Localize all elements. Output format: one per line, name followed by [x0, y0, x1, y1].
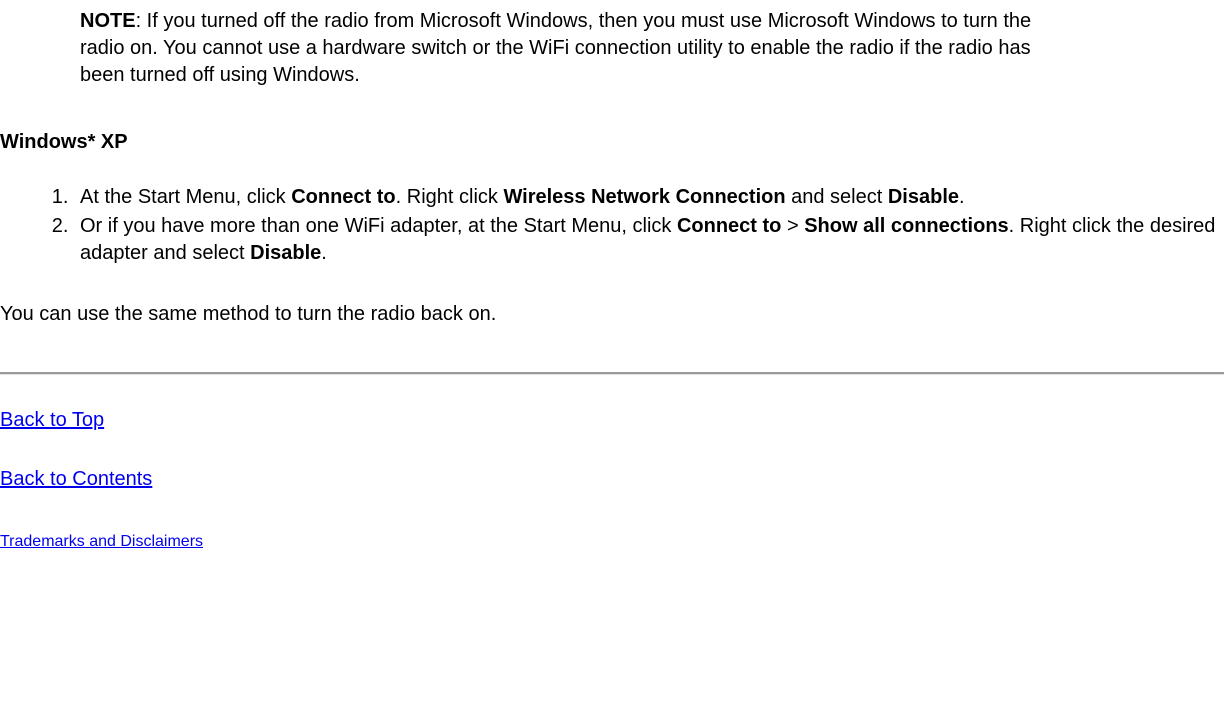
- step-2-text-2: >: [781, 215, 804, 237]
- step-1-bold-3: Disable: [888, 186, 959, 208]
- back-to-contents-link[interactable]: Back to Contents: [0, 466, 152, 493]
- step-2-text: Or if you have more than one WiFi adapte…: [80, 215, 677, 237]
- step-1-bold-1: Connect to: [291, 186, 395, 208]
- back-to-top-link[interactable]: Back to Top: [0, 407, 104, 434]
- step-2-bold-2: Show all connections: [804, 215, 1008, 237]
- step-2: Or if you have more than one WiFi adapte…: [74, 213, 1224, 267]
- trademarks-link[interactable]: Trademarks and Disclaimers: [0, 531, 203, 553]
- note-label: NOTE: [80, 10, 136, 32]
- note-block: NOTE: If you turned off the radio from M…: [80, 8, 1040, 89]
- step-1: At the Start Menu, click Connect to. Rig…: [74, 184, 1224, 211]
- step-1-text-3: and select: [786, 186, 888, 208]
- step-2-text-4: .: [321, 242, 327, 264]
- step-1-text-2: . Right click: [396, 186, 504, 208]
- divider: [0, 372, 1224, 375]
- note-text: : If you turned off the radio from Micro…: [80, 10, 1031, 86]
- closing-paragraph: You can use the same method to turn the …: [0, 301, 1224, 328]
- step-2-bold-1: Connect to: [677, 215, 781, 237]
- section-heading: Windows* XP: [0, 129, 1224, 156]
- document-content: NOTE: If you turned off the radio from M…: [0, 8, 1232, 578]
- step-2-bold-3: Disable: [250, 242, 321, 264]
- steps-list: At the Start Menu, click Connect to. Rig…: [34, 184, 1224, 267]
- step-1-bold-2: Wireless Network Connection: [503, 186, 785, 208]
- step-1-text: At the Start Menu, click: [80, 186, 291, 208]
- step-1-text-4: .: [959, 186, 965, 208]
